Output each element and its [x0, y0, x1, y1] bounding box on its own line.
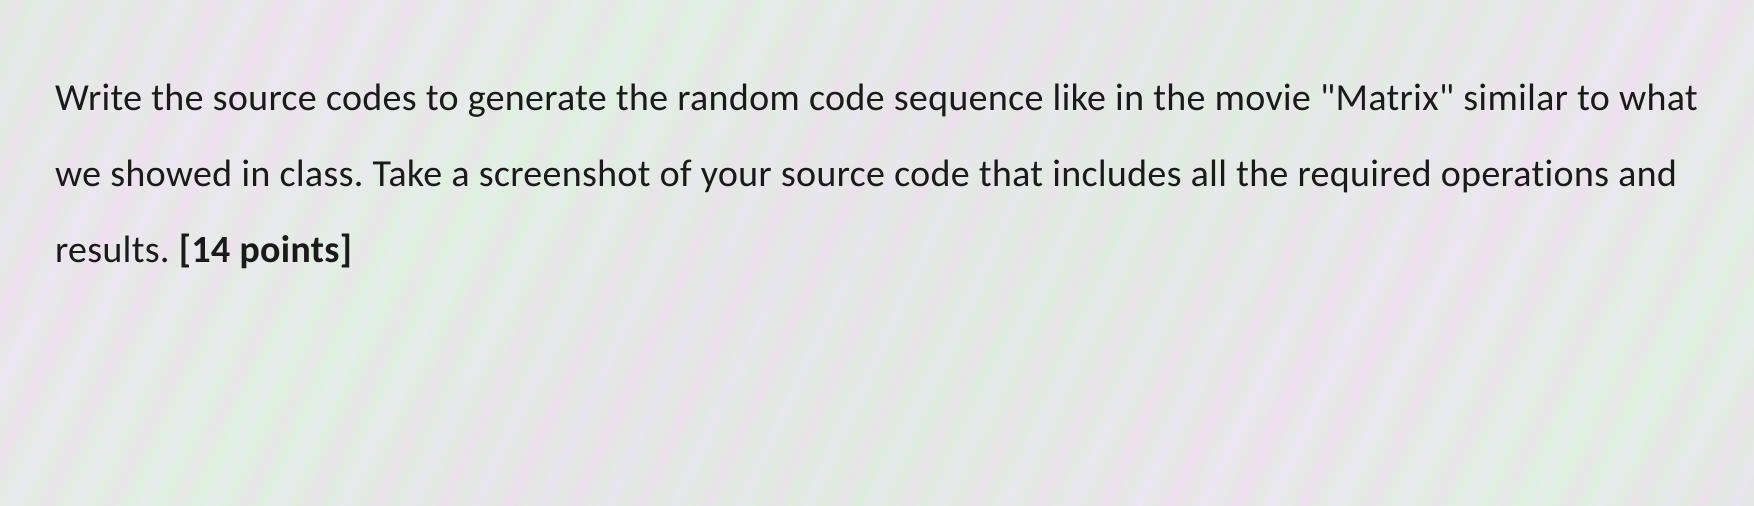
- question-container: Write the source codes to generate the r…: [55, 60, 1699, 288]
- question-paragraph: Write the source codes to generate the r…: [55, 60, 1699, 288]
- question-points: [14 points]: [179, 227, 353, 273]
